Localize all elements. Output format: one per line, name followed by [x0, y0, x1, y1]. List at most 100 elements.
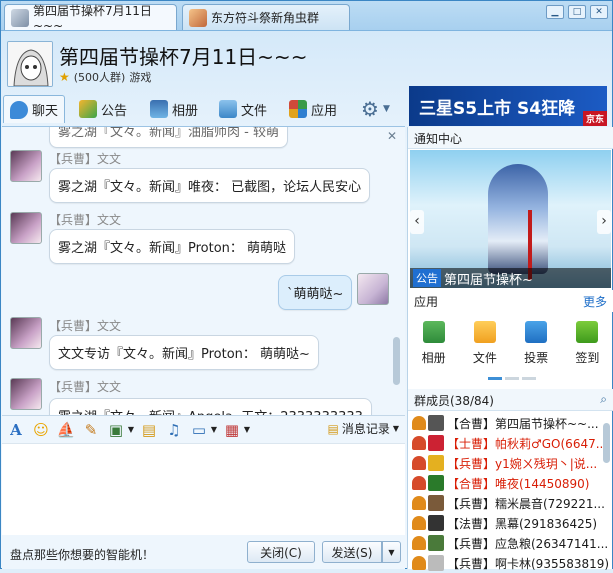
chevron-down-icon[interactable]: ▼	[210, 420, 218, 440]
album-icon	[422, 321, 445, 343]
member-name: 【合曹】唯夜(14450890)	[447, 476, 590, 491]
pager-dot[interactable]	[505, 377, 519, 380]
minimize-icon[interactable]: ▁	[546, 5, 564, 19]
member-item[interactable]: 【合曹】第四届节操杯~~...	[408, 413, 613, 433]
main-toolbar: 聊天 公告 相册 文件 应用 ⚙ ▼	[1, 93, 405, 125]
image-icon[interactable]: ▣	[105, 420, 127, 440]
tab-announcement[interactable]: 公告	[73, 95, 133, 123]
members-count: 群成员(38/84)	[414, 394, 494, 408]
tab-files[interactable]: 文件	[213, 95, 273, 123]
close-icon[interactable]: ✕	[387, 129, 397, 143]
member-item[interactable]: 【兵曹】糯米晨音(729221...	[408, 493, 613, 513]
member-avatar	[428, 415, 444, 431]
tab-album[interactable]: 相册	[144, 95, 204, 123]
member-name: 【合曹】第四届节操杯~~...	[447, 416, 599, 431]
chevron-right-icon[interactable]: ›	[597, 210, 611, 234]
font-icon[interactable]: A	[5, 420, 27, 440]
member-item[interactable]: 【士曹】帕秋莉♂GO(6647...	[408, 433, 613, 453]
avatar[interactable]	[10, 150, 42, 182]
member-avatar	[428, 435, 444, 451]
member-item[interactable]: 【兵曹】y1婉ㄨ残玥丶|说...	[408, 453, 613, 473]
message-list[interactable]: 雾之湖『文々。新闻』油脂师肉 - 较萌 ✕ 【兵曹】文文 雾之湖『文々。新闻』唯…	[2, 126, 405, 415]
settings-button[interactable]: ⚙ ▼	[355, 95, 396, 123]
member-role-icon	[412, 496, 426, 510]
window-controls: ▁ □ ✕	[546, 5, 608, 19]
sender-name: 【兵曹】文文	[49, 380, 122, 394]
avatar[interactable]	[10, 317, 42, 349]
tab-apps-label: 应用	[311, 103, 338, 119]
right-panel: 通知中心 ‹ › 公告 第四届节操杯~ 应用 更多 相册 文件 投票 签到 群成…	[407, 127, 613, 571]
tab-apps[interactable]: 应用	[283, 95, 343, 123]
announcement-icon	[79, 100, 97, 118]
chevron-down-icon[interactable]: ▼	[127, 420, 135, 440]
member-item[interactable]: 【兵曹】啊卡林(935583819)	[408, 553, 613, 573]
member-list-scrollbar[interactable]	[603, 423, 610, 463]
chat-scrollbar[interactable]	[393, 337, 400, 385]
member-role-icon	[412, 556, 426, 570]
pager-dot[interactable]	[522, 377, 536, 380]
sender-name: 【兵曹】文文	[49, 319, 122, 333]
message-bubble: 文文专访『文々。新闻』Proton： 萌萌哒~	[49, 335, 319, 370]
avatar[interactable]	[10, 212, 42, 244]
maximize-icon[interactable]: □	[568, 5, 586, 19]
app-files[interactable]: 文件	[463, 321, 507, 379]
tab-announcement-label: 公告	[101, 103, 128, 119]
app-vote[interactable]: 投票	[514, 321, 558, 379]
footer-bar: 盘点那些你想要的智能机！ 关闭(C) 发送(S) ▼	[2, 535, 405, 569]
message-bubble: 雾之湖『文々。新闻』唯夜： 已截图，论坛人民安心	[49, 168, 371, 203]
notice-caption[interactable]: 公告 第四届节操杯~	[410, 268, 611, 288]
close-icon[interactable]: ✕	[590, 5, 608, 19]
member-item[interactable]: 【合曹】唯夜(14450890)	[408, 473, 613, 493]
notice-image[interactable]: ‹ › 公告 第四届节操杯~	[410, 150, 611, 288]
message-bubble: 雾之湖『文々。新闻』油脂师肉 - 较萌	[49, 127, 288, 148]
send-button[interactable]: 发送(S)	[322, 541, 382, 563]
apps-pager	[488, 377, 536, 380]
my-avatar[interactable]	[357, 273, 389, 305]
history-icon: ▤	[327, 421, 339, 436]
chevron-down-icon[interactable]: ▼	[243, 420, 251, 440]
emoji-icon[interactable]: ☺	[30, 420, 52, 440]
tab-chat[interactable]: 聊天	[3, 95, 66, 123]
search-icon[interactable]: ⌕	[600, 392, 607, 407]
app-label: 签到	[575, 351, 600, 365]
member-avatar	[428, 515, 444, 531]
group-avatar-icon	[189, 8, 207, 27]
tab-group-chat-2[interactable]: 东方符斗祭新角虫群	[182, 4, 350, 30]
pager-dot[interactable]	[488, 377, 502, 380]
ad-hint-link[interactable]: 盘点那些你想要的智能机！	[10, 546, 154, 563]
sender-name: 【兵曹】文文	[49, 152, 122, 166]
member-role-icon	[412, 416, 426, 430]
message-input[interactable]	[2, 443, 405, 535]
member-role-icon	[412, 516, 426, 530]
group-avatar[interactable]	[7, 41, 53, 87]
app-album[interactable]: 相册	[412, 321, 456, 379]
app-checkin[interactable]: 签到	[565, 321, 609, 379]
close-button[interactable]: 关闭(C)	[247, 541, 315, 563]
member-item[interactable]: 【兵曹】应急粮(26347141...	[408, 533, 613, 553]
tab-label: 东方符斗祭新角虫群	[211, 11, 320, 25]
app-label: 文件	[472, 351, 497, 365]
apps-more-link[interactable]: 更多	[583, 293, 607, 309]
member-name: 【士曹】帕秋莉♂GO(6647...	[447, 436, 608, 451]
ad-banner[interactable]: 三星S5上市 S4狂降 京东	[409, 86, 607, 126]
chevron-down-icon: ▼	[392, 424, 399, 433]
message-bubble: 雾之湖『文々。新闻』Proton： 萌萌哒	[49, 229, 296, 264]
members-header: 群成员(38/84) ⌕	[408, 389, 613, 411]
chat-icon	[10, 100, 28, 119]
gift-icon[interactable]: ▦	[221, 420, 243, 440]
note-icon[interactable]: ▤	[138, 420, 160, 440]
message-history-button[interactable]: ▤ 消息记录 ▼	[327, 420, 399, 437]
avatar[interactable]	[10, 378, 42, 410]
doodle-icon[interactable]: ✎	[80, 420, 102, 440]
send-options-button[interactable]: ▼	[382, 541, 401, 563]
member-list[interactable]: 【合曹】第四届节操杯~~... 【士曹】帕秋莉♂GO(6647... 【兵曹】y1婉…	[408, 413, 613, 573]
member-item[interactable]: 【法曹】黑幕(291836425)	[408, 513, 613, 533]
group-subtitle: ★ (500人群) 游戏	[59, 69, 151, 85]
chevron-down-icon: ▼	[382, 104, 390, 114]
tab-group-chat-1[interactable]: 第四届节操杯7月11日~~~	[4, 4, 177, 33]
shake-icon[interactable]: ⛵	[55, 420, 77, 440]
music-icon[interactable]: ♫	[163, 420, 185, 440]
my-message-bubble: `萌萌哒~	[278, 275, 353, 310]
screenshot-icon[interactable]: ▭	[188, 420, 210, 440]
chevron-left-icon[interactable]: ‹	[410, 210, 424, 234]
